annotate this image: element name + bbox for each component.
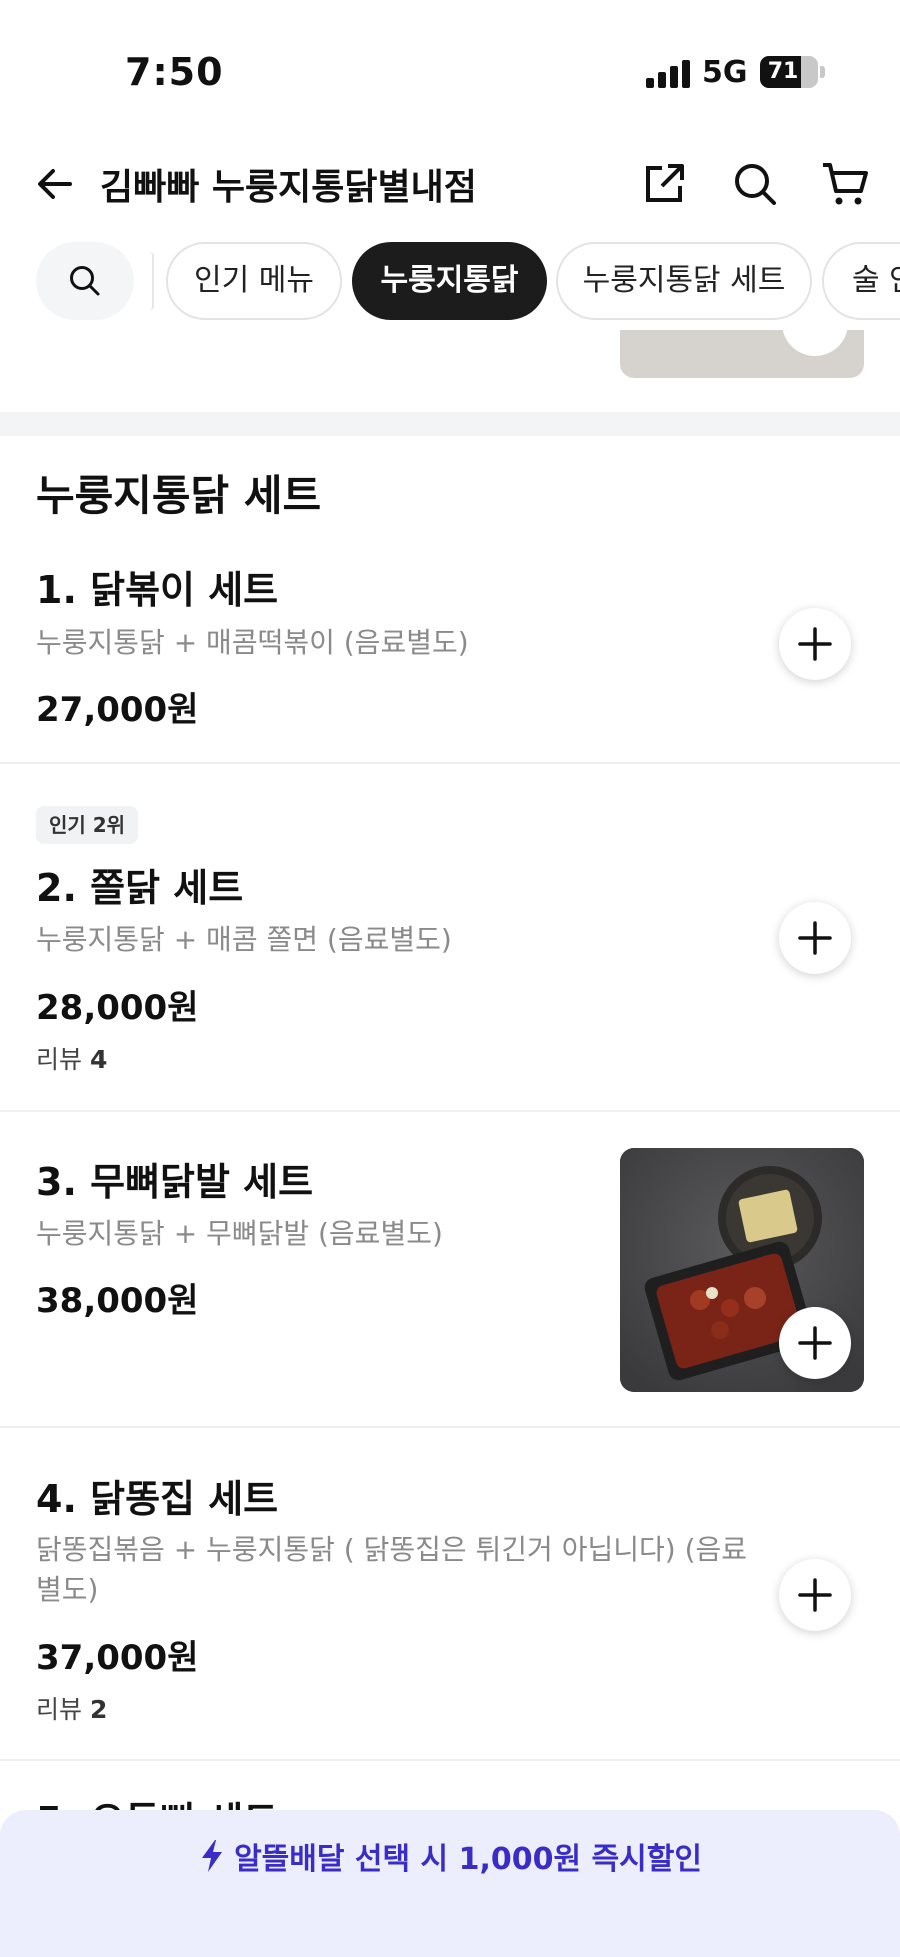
item-description: 닭똥집볶음 + 누룽지통닭 ( 닭똥집은 튀긴거 아닙니다) (음료별도) [36,1533,748,1606]
item-description: 누룽지통닭 + 매콤 쫄면 (음료별도) [36,923,452,956]
share-icon[interactable] [634,154,694,214]
signal-icon [646,60,690,88]
cart-icon[interactable] [815,154,875,214]
search-icon [70,266,100,296]
review-count: 4 [89,1045,108,1074]
banner-text: 알뜰배달 선택 시 1,000원 즉시할인 [234,1842,702,1877]
item-name: 3. 무뼈닭발 세트 [36,1160,314,1204]
item-name: 4. 닭똥집 세트 [36,1477,279,1521]
chip-drinks[interactable]: 술 안 [822,242,900,320]
review-label: 리뷰 [36,1695,83,1724]
item-name: 1. 닭볶이 세트 [36,568,279,612]
status-time: 7:50 [125,50,224,94]
popular-rank-badge: 인기 2위 [36,806,139,844]
add-button[interactable] [779,608,851,680]
item-divider [0,762,900,764]
chip-nurungji-chicken-set[interactable]: 누룽지통닭 세트 [556,242,812,320]
chip-separator [150,252,154,310]
status-bar: 7:50 5G 71 [0,0,900,140]
plus-icon [798,1578,832,1612]
item-review: 리뷰 2 [36,1690,107,1726]
add-button[interactable] [779,1307,851,1379]
item-divider [0,1759,900,1761]
review-label: 리뷰 [36,1045,83,1074]
chip-popular-menu[interactable]: 인기 메뉴 [166,242,342,320]
plus-icon [798,1326,832,1360]
store-title: 김빠빠 누룽지통닭별내점 [100,167,477,208]
store-header: 김빠빠 누룽지통닭별내점 [0,140,900,240]
battery-level: 71 [767,59,799,84]
plus-icon [798,921,832,955]
item-divider [0,1110,900,1112]
chip-nurungji-chicken[interactable]: 누룽지통닭 [352,242,547,320]
item-divider [0,1426,900,1428]
banner-content: 알뜰배달 선택 시 1,000원 즉시할인 [0,1834,900,1878]
plus-icon [798,627,832,661]
item-review: 리뷰 4 [36,1040,107,1076]
back-arrow-icon[interactable] [25,154,85,214]
search-icon[interactable] [725,154,785,214]
network-type: 5G [702,55,748,90]
battery-icon: 71 [760,56,818,88]
discount-banner[interactable]: 알뜰배달 선택 시 1,000원 즉시할인 [0,1810,900,1957]
add-button[interactable] [779,902,851,974]
item-price: 28,000원 [36,988,199,1028]
lightning-icon [202,1840,223,1872]
category-chips: 인기 메뉴 누룽지통닭 누룽지통닭 세트 술 안 [0,240,900,324]
item-price: 38,000원 [36,1281,199,1321]
item-price: 37,000원 [36,1638,199,1678]
item-description: 누룽지통닭 + 매콤떡볶이 (음료별도) [36,626,469,659]
section-divider [0,412,900,436]
item-name: 2. 쫄닭 세트 [36,866,244,910]
add-button-partial[interactable] [782,330,848,356]
battery-cap [820,66,825,78]
menu-search-button[interactable] [36,242,134,320]
add-button[interactable] [779,1559,851,1631]
review-count: 2 [89,1695,108,1724]
item-price: 27,000원 [36,690,199,730]
previous-item-image [620,330,864,378]
section-title: 누룽지통닭 세트 [36,471,322,520]
